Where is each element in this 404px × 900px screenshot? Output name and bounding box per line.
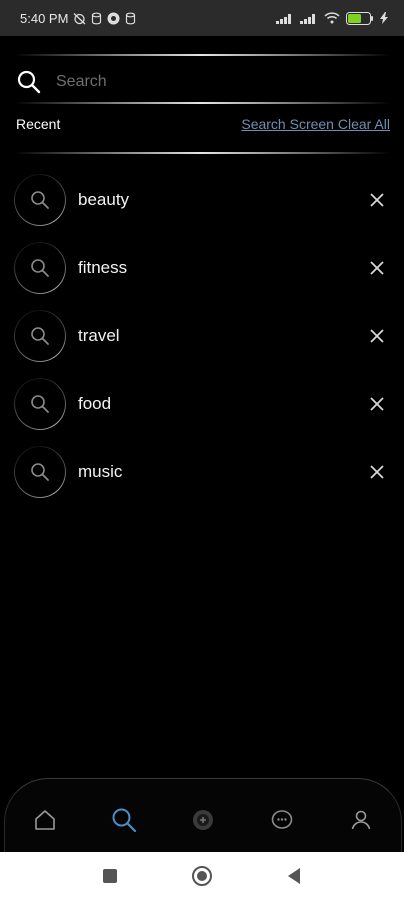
- status-bar: 5:40 PM: [0, 0, 404, 36]
- search-icon: [31, 463, 49, 481]
- back-icon: [288, 868, 300, 884]
- explore-icon: [192, 809, 213, 830]
- recent-item-label: food: [78, 394, 112, 413]
- data-saver-icon: [125, 12, 136, 25]
- recents-icon: [103, 869, 117, 883]
- recent-item-beauty[interactable]: beauty: [0, 166, 404, 234]
- alarm-off-icon: [73, 12, 86, 25]
- system-nav-bar: [0, 852, 404, 900]
- recent-item-label: beauty: [78, 190, 130, 209]
- nav-home-button[interactable]: [22, 797, 68, 843]
- recent-item-icon-wrap: [14, 310, 66, 362]
- home-icon: [34, 809, 55, 830]
- close-icon: [370, 261, 384, 275]
- home-icon: [192, 866, 212, 886]
- nav-chat-button[interactable]: [259, 797, 305, 843]
- recent-item-icon-wrap: [14, 174, 66, 226]
- signal-icon: [300, 13, 318, 24]
- recent-title: Recent: [16, 116, 61, 132]
- recent-header: Recent Search Screen Clear All: [16, 114, 390, 134]
- recent-item-label: music: [78, 462, 123, 481]
- status-left: 5:40 PM: [20, 11, 136, 26]
- clear-all-link[interactable]: Search Screen Clear All: [241, 116, 390, 132]
- status-time: 5:40 PM: [20, 10, 69, 26]
- recent-item-label: travel: [78, 326, 120, 345]
- recent-item-food[interactable]: food: [0, 370, 404, 438]
- recent-item-icon-wrap: [14, 378, 66, 430]
- close-icon: [370, 397, 384, 411]
- nav-search-button[interactable]: [101, 797, 147, 843]
- system-home-button[interactable]: [190, 864, 214, 888]
- vpn-icon: [107, 12, 120, 25]
- recent-item-icon-wrap: [14, 242, 66, 294]
- search-icon: [31, 395, 49, 413]
- profile-icon: [352, 810, 371, 829]
- close-icon: [370, 329, 384, 343]
- recent-divider: [14, 152, 390, 154]
- remove-recent-button[interactable]: [366, 461, 388, 483]
- recent-item-label: fitness: [78, 258, 128, 277]
- close-icon: [370, 465, 384, 479]
- search-input[interactable]: [56, 64, 390, 100]
- search-icon: [31, 327, 49, 345]
- status-right: [276, 11, 388, 25]
- search-icon: [31, 191, 49, 209]
- recent-item-fitness[interactable]: fitness: [0, 234, 404, 302]
- chat-icon: [271, 809, 293, 829]
- system-back-button[interactable]: [282, 864, 306, 888]
- search-icon: [16, 69, 42, 95]
- remove-recent-button[interactable]: [366, 325, 388, 347]
- remove-recent-button[interactable]: [366, 189, 388, 211]
- close-icon: [370, 193, 384, 207]
- search-icon: [31, 259, 49, 277]
- system-recents-button[interactable]: [98, 864, 122, 888]
- remove-recent-button[interactable]: [366, 257, 388, 279]
- remove-recent-button[interactable]: [366, 393, 388, 415]
- nav-profile-button[interactable]: [338, 797, 384, 843]
- search-icon: [112, 808, 136, 832]
- recent-item-travel[interactable]: travel: [0, 302, 404, 370]
- search-bottom-divider: [14, 102, 390, 104]
- wifi-icon: [324, 12, 340, 24]
- recent-item-icon-wrap: [14, 446, 66, 498]
- search-bar[interactable]: [14, 62, 390, 102]
- recent-item-music[interactable]: music: [0, 438, 404, 506]
- charging-icon: [380, 12, 388, 24]
- signal-icon: [276, 13, 294, 24]
- search-top-divider: [14, 54, 390, 56]
- bottom-nav: [4, 778, 402, 856]
- battery-icon: [346, 11, 374, 25]
- recent-list: beauty fitness travel food music: [0, 166, 404, 506]
- nav-explore-button[interactable]: [180, 797, 226, 843]
- data-saver-icon: [91, 12, 102, 25]
